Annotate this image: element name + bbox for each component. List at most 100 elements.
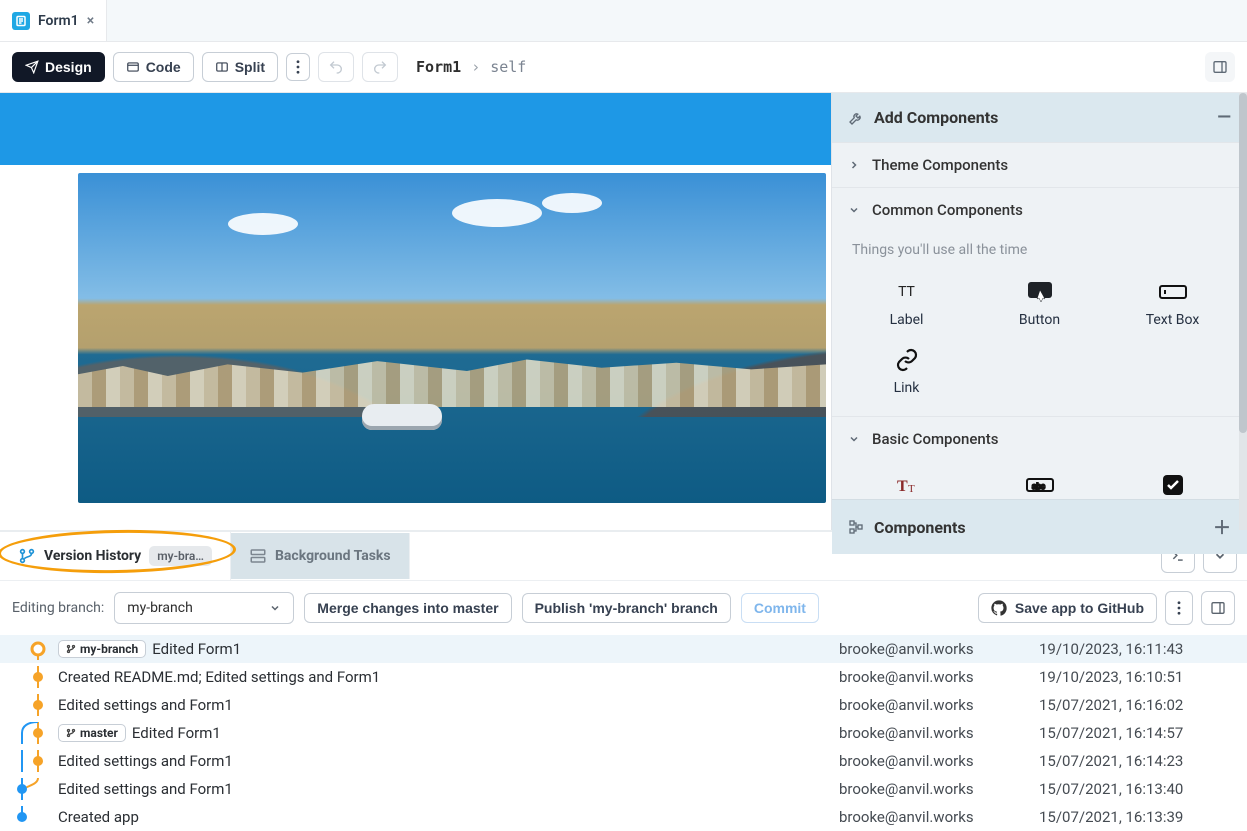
breadcrumb-self[interactable]: self — [490, 58, 526, 76]
commit-date: 19/10/2023, 16:11:43 — [1039, 640, 1239, 658]
chevron-right-icon — [848, 159, 860, 171]
commit-row[interactable]: Edited settings and Form1 brooke@anvil.wo… — [0, 691, 1247, 719]
component-text[interactable]: TT — [840, 471, 973, 499]
github-icon — [991, 600, 1007, 616]
common-components-subtext: Things you'll use all the time — [832, 232, 1247, 262]
commit-row[interactable]: Created app brooke@anvil.works15/07/2021,… — [0, 803, 1247, 831]
component-label[interactable]: TT Label — [840, 278, 973, 328]
tab-version-history[interactable]: Version History my-bra… — [0, 532, 231, 580]
button-icon — [1026, 278, 1054, 306]
chevron-down-icon — [848, 204, 860, 216]
commit-row[interactable]: my-branchEdited Form1brooke@anvil.works1… — [0, 635, 1247, 663]
commit-user: brooke@anvil.works — [839, 668, 1039, 686]
commit-user: brooke@anvil.works — [839, 696, 1039, 714]
view-toolbar: Design Code Split Form1 › self — [0, 42, 1247, 93]
commit-message: Created README.md; Edited settings and F… — [58, 668, 380, 686]
component-button[interactable]: Button — [973, 278, 1106, 328]
chevron-down-icon — [269, 602, 281, 614]
commit-message: Edited settings and Form1 — [58, 752, 233, 770]
save-to-github-button[interactable]: Save app to GitHub — [978, 593, 1157, 623]
component-link[interactable]: Link — [840, 346, 973, 396]
panel-scrollbar[interactable] — [1239, 93, 1247, 530]
add-components-header[interactable]: Add Components — — [832, 93, 1247, 142]
plus-icon[interactable]: ＋ — [1213, 514, 1231, 540]
commit-list: my-branchEdited Form1brooke@anvil.works1… — [0, 635, 1247, 831]
theme-components-section[interactable]: Theme Components — [832, 142, 1247, 187]
commit-message: Edited Form1 — [152, 640, 241, 658]
undo-button[interactable] — [318, 52, 354, 82]
component-checkbox[interactable] — [1106, 471, 1239, 499]
file-tab-label: Form1 — [38, 13, 79, 29]
merge-button[interactable]: Merge changes into master — [304, 593, 511, 623]
commit-date: 15/07/2021, 16:14:57 — [1039, 724, 1239, 742]
toggle-right-panel-button[interactable] — [1205, 52, 1235, 82]
file-icon — [12, 12, 30, 30]
components-panel: Add Components — Theme Components Common… — [831, 93, 1247, 530]
publish-button[interactable]: Publish 'my-branch' branch — [522, 593, 731, 623]
kebab-menu-button[interactable] — [286, 53, 310, 81]
commit-row[interactable]: master Edited Form1 brooke@anvil.works15/0… — [0, 719, 1247, 747]
basic-components-section[interactable]: Basic Components — [832, 416, 1247, 461]
branch-select[interactable]: my-branch — [114, 592, 294, 624]
tab-background-tasks[interactable]: Background Tasks — [231, 533, 410, 579]
commit-user: brooke@anvil.works — [839, 808, 1039, 826]
commit-message: Edited settings and Form1 — [58, 696, 233, 714]
theme-components-label: Theme Components — [872, 156, 1008, 174]
checkbox-icon — [1159, 471, 1187, 499]
tasks-icon — [249, 547, 267, 565]
commit-message: Edited settings and Form1 — [58, 780, 233, 798]
svg-text:abc: abc — [1032, 482, 1045, 491]
breadcrumb: Form1 › self — [416, 58, 526, 76]
commit-row[interactable]: Created README.md; Edited settings and F… — [0, 663, 1247, 691]
commit-user: brooke@anvil.works — [839, 640, 1039, 658]
panel-layout-button[interactable] — [1201, 591, 1235, 625]
commit-date: 15/07/2021, 16:13:39 — [1039, 808, 1239, 826]
branch-pill: my-bra… — [149, 546, 212, 566]
code-button[interactable]: Code — [113, 52, 194, 82]
github-menu-button[interactable] — [1165, 591, 1193, 625]
component-input[interactable]: abc — [973, 471, 1106, 499]
wrench-icon — [848, 110, 864, 126]
common-components-label: Common Components — [872, 201, 1023, 219]
commit-user: brooke@anvil.works — [839, 780, 1039, 798]
components-footer[interactable]: Components ＋ — [832, 499, 1247, 554]
canvas-image[interactable] — [78, 173, 826, 503]
commit-date: 15/07/2021, 16:13:40 — [1039, 780, 1239, 798]
redo-button[interactable] — [362, 52, 398, 82]
branch-tag: master — [58, 724, 126, 742]
breadcrumb-form[interactable]: Form1 — [416, 58, 461, 76]
chevron-down-icon — [848, 433, 860, 445]
commit-row[interactable]: Edited settings and Form1 brooke@anvil.wo… — [0, 747, 1247, 775]
tab-version-history-label: Version History — [44, 548, 141, 564]
commit-user: brooke@anvil.works — [839, 752, 1039, 770]
textbox-icon — [1159, 278, 1187, 306]
components-footer-title: Components — [874, 518, 966, 537]
design-button[interactable]: Design — [12, 52, 105, 82]
editing-branch-label: Editing branch: — [12, 600, 104, 616]
commit-button[interactable]: Commit — [741, 593, 819, 623]
file-tab-form1[interactable]: Form1 × — [0, 0, 107, 41]
split-button[interactable]: Split — [202, 52, 278, 82]
commit-message: Created app — [58, 808, 139, 826]
chevron-right-icon: › — [471, 58, 480, 76]
file-tab-bar: Form1 × — [0, 0, 1247, 42]
tree-icon — [848, 519, 864, 535]
commit-date: 15/07/2021, 16:14:23 — [1039, 752, 1239, 770]
commit-date: 15/07/2021, 16:16:02 — [1039, 696, 1239, 714]
close-icon[interactable]: × — [87, 13, 94, 29]
branch-toolbar: Editing branch: my-branch Merge changes … — [0, 580, 1247, 635]
common-components-grid: TT Label Button Text Box — [832, 262, 1247, 416]
component-textbox[interactable]: Text Box — [1106, 278, 1239, 328]
commit-user: brooke@anvil.works — [839, 724, 1039, 742]
commit-row[interactable]: Edited settings and Form1 brooke@anvil.wo… — [0, 775, 1247, 803]
design-canvas — [0, 93, 831, 530]
collapse-icon[interactable]: — — [1217, 107, 1231, 128]
common-components-section[interactable]: Common Components — [832, 187, 1247, 232]
label-icon: TT — [893, 278, 921, 306]
input-icon: abc — [1026, 471, 1054, 499]
svg-text:T: T — [897, 478, 908, 495]
branch-icon — [18, 547, 36, 565]
commit-message: Edited Form1 — [132, 724, 221, 742]
branch-select-value: my-branch — [127, 600, 193, 616]
commit-date: 19/10/2023, 16:10:51 — [1039, 668, 1239, 686]
